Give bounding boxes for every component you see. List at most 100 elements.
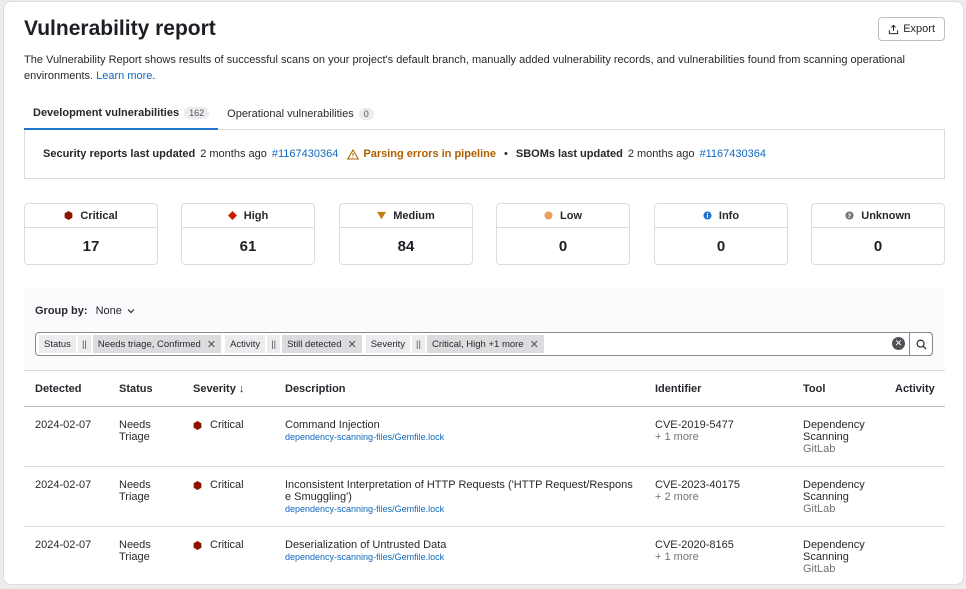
high-icon (227, 211, 237, 220)
page-title: Vulnerability report (24, 17, 216, 40)
detected-date: 2024-02-07 (35, 539, 92, 551)
export-button[interactable]: Export (878, 17, 945, 41)
table-row[interactable]: 2024-02-07 Needs Triage Critical Command… (24, 407, 945, 467)
group-by-value: None (95, 305, 122, 317)
column-tool[interactable]: Tool (803, 383, 825, 395)
tool-cell: Dependency Scanning GitLab (803, 539, 865, 575)
intro-text: The Vulnerability Report shows results o… (24, 52, 944, 84)
vulnerability-report-panel: Vulnerability report Export The Vulnerab… (3, 1, 964, 585)
security-reports-label: Security reports last updated (43, 148, 196, 160)
vulnerability-title: Command Injection (285, 419, 380, 431)
clear-filters-icon[interactable]: ✕ (892, 337, 905, 350)
identifier-text: CVE-2019-5477 (655, 419, 734, 431)
severity-count: 0 (716, 237, 726, 255)
tab-count-badge: 0 (358, 108, 374, 120)
severity-cell: Critical (193, 419, 244, 431)
filter-value: Still detected ✕ (282, 335, 362, 353)
filter-token-activity[interactable]: Activity || Still detected ✕ (225, 335, 362, 353)
tool-text: Scanning (803, 491, 849, 503)
severity-label: Critical (80, 209, 118, 222)
tool-text: Scanning (803, 551, 849, 563)
search-icon (916, 339, 927, 350)
filter-token-status[interactable]: Status || Needs triage, Confirmed ✕ (39, 335, 222, 353)
vulnerability-table: Detected Status Severity ↓ Description I… (24, 371, 945, 584)
tab-count-badge: 162 (184, 107, 210, 119)
sbom-pipeline-link[interactable]: #1167430364 (700, 148, 766, 160)
remove-filter-icon[interactable]: ✕ (530, 338, 539, 351)
file-path-link[interactable]: dependency-scanning-files/Gemfile.lock (285, 551, 640, 563)
tab-development-vulnerabilities[interactable]: Development vulnerabilities 162 (24, 98, 219, 130)
group-by-dropdown[interactable]: None (96, 305, 135, 317)
status-text: Needs (119, 539, 151, 551)
critical-icon (193, 540, 202, 550)
severity-card-critical[interactable]: Critical 17 (24, 203, 158, 265)
learn-more-link[interactable]: Learn more (96, 70, 152, 82)
vulnerability-title-link[interactable]: Command Injection (285, 419, 380, 431)
severity-card-info[interactable]: Info 0 (654, 203, 788, 265)
table-row[interactable]: 2024-02-07 Needs Triage Critical Deseria… (24, 527, 945, 584)
sboms-time: 2 months ago (627, 148, 695, 160)
tool-vendor: GitLab (803, 563, 836, 575)
svg-text:?: ? (848, 213, 852, 220)
severity-cell: Critical (193, 539, 244, 551)
filter-key: Status (39, 335, 76, 353)
filtered-search-bar[interactable]: Status || Needs triage, Confirmed ✕ Acti… (35, 332, 933, 356)
remove-filter-icon[interactable]: ✕ (207, 338, 216, 351)
severity-card-low[interactable]: Low 0 (496, 203, 630, 265)
filter-value: Critical, High +1 more ✕ (426, 335, 544, 353)
column-description[interactable]: Description (285, 383, 346, 395)
status-text: Triage (119, 551, 150, 563)
status-text: Triage (119, 491, 150, 503)
severity-count: 17 (82, 237, 100, 255)
tool-vendor: GitLab (803, 503, 836, 515)
file-path-link[interactable]: dependency-scanning-files/Gemfile.lock (285, 503, 640, 515)
severity-count: 61 (239, 237, 257, 255)
column-detected[interactable]: Detected (35, 383, 81, 395)
identifier-text: CVE-2023-40175 (655, 479, 741, 491)
column-activity[interactable]: Activity (895, 383, 935, 395)
vulnerability-tabs: Development vulnerabilities 162 Operatio… (24, 98, 945, 130)
severity-card-unknown[interactable]: ? Unknown 0 (811, 203, 945, 265)
tab-label: Development vulnerabilities (33, 107, 180, 119)
vulnerability-title-link[interactable]: Deserialization of Untrusted Data (285, 539, 446, 551)
search-button[interactable] (909, 332, 933, 356)
tool-text: Scanning (803, 431, 849, 443)
intro-description: The Vulnerability Report shows results o… (24, 54, 905, 82)
detected-date: 2024-02-07 (35, 479, 92, 491)
security-reports-time: 2 months ago (200, 148, 267, 160)
table-row[interactable]: 2024-02-07 Needs Triage Critical Inconsi… (24, 467, 945, 527)
column-status[interactable]: Status (119, 383, 153, 395)
tab-operational-vulnerabilities[interactable]: Operational vulnerabilities 0 (218, 98, 383, 130)
status-text: Triage (119, 431, 150, 443)
remove-filter-icon[interactable]: ✕ (348, 338, 357, 351)
tool-cell: Dependency Scanning GitLab (803, 419, 865, 455)
scan-status-bar: Security reports last updated 2 months a… (24, 130, 945, 179)
file-path-link[interactable]: dependency-scanning-files/Gemfile.lock (285, 431, 640, 443)
identifier-text: CVE-2020-8165 (655, 539, 734, 551)
parsing-errors-warning[interactable]: Parsing errors in pipeline (347, 148, 496, 160)
column-severity[interactable]: Severity ↓ (193, 383, 244, 395)
export-label: Export (903, 23, 935, 35)
parsing-errors-text: Parsing errors in pipeline (363, 148, 497, 160)
description-cell: Inconsistent Interpretation of HTTP Requ… (285, 479, 640, 515)
severity-card-medium[interactable]: Medium 84 (339, 203, 473, 265)
status-cell: Needs Triage (119, 419, 151, 443)
identifier-cell: CVE-2023-40175 + 2 more (655, 479, 740, 503)
low-icon (544, 211, 553, 220)
group-by: Group by: None (35, 305, 135, 317)
severity-text: Critical (210, 479, 244, 491)
filter-operator: || (267, 335, 281, 353)
filter-key: Activity (225, 335, 266, 353)
critical-icon (193, 420, 202, 430)
security-pipeline-link[interactable]: #1167430364 (272, 148, 338, 160)
severity-label: Medium (393, 209, 435, 222)
severity-count: 0 (558, 237, 568, 255)
identifier-more: + 1 more (655, 551, 699, 563)
severity-text: Critical (210, 419, 244, 431)
filter-token-severity[interactable]: Severity || Critical, High +1 more ✕ (365, 335, 544, 353)
severity-card-high[interactable]: High 61 (181, 203, 315, 265)
column-identifier[interactable]: Identifier (655, 383, 701, 395)
export-icon (889, 24, 899, 34)
critical-icon (193, 480, 202, 490)
vulnerability-title-link[interactable]: Inconsistent Interpretation of HTTP Requ… (285, 479, 640, 503)
